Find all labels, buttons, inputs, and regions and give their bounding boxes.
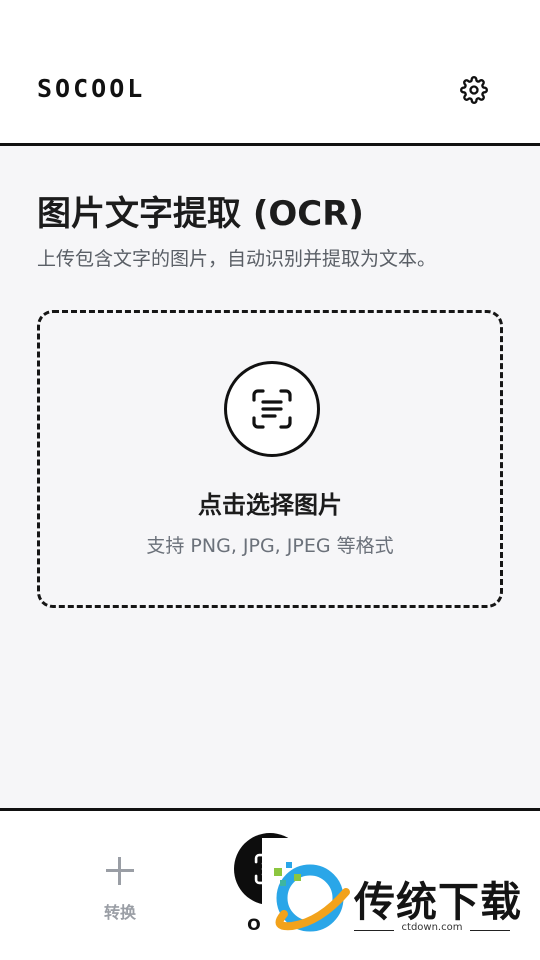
image-upload-dropzone[interactable]: 点击选择图片 支持 PNG, JPG, JPEG 等格式	[37, 310, 503, 608]
gear-icon	[460, 76, 488, 104]
page-title: 图片文字提取 (OCR)	[37, 194, 364, 234]
upload-title: 点击选择图片	[198, 491, 342, 519]
nav-item-convert[interactable]: 转换	[80, 847, 160, 937]
plus-icon	[106, 857, 134, 885]
nav-item-label: 转换	[103, 903, 136, 922]
app-title: SOCOOL	[37, 74, 146, 103]
site-watermark: 传统下载 ctdown.com	[262, 838, 540, 946]
ctdown-logo-icon	[274, 862, 350, 932]
settings-button[interactable]	[456, 72, 492, 108]
watermark-brand-text: 传统下载	[354, 878, 522, 926]
main-content: 图片文字提取 (OCR) 上传包含文字的图片，自动识别并提取为文本。 点击选择图…	[0, 146, 540, 808]
page-subtitle: 上传包含文字的图片，自动识别并提取为文本。	[37, 248, 437, 270]
document-scan-icon	[252, 389, 292, 429]
top-app-bar: SOCOOL	[0, 0, 540, 146]
upload-icon-circle	[224, 361, 320, 457]
watermark-url: ctdown.com	[401, 922, 463, 933]
watermark-divider	[470, 930, 510, 931]
upload-format-hint: 支持 PNG, JPG, JPEG 等格式	[146, 535, 394, 557]
